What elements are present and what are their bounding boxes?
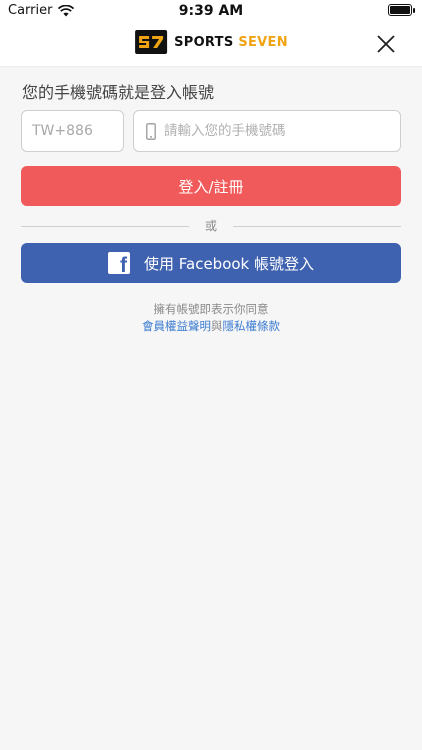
country-code-value: TW+886 bbox=[32, 123, 93, 139]
facebook-login-button[interactable]: f 使用 Facebook 帳號登入 bbox=[21, 243, 401, 283]
brand-seven: SEVEN bbox=[238, 34, 288, 50]
login-title: 您的手機號碼就是登入帳號 bbox=[22, 83, 215, 102]
login-register-label: 登入/註冊 bbox=[178, 177, 244, 196]
brand-logo: SPORTS SEVEN bbox=[134, 28, 288, 56]
terms-links: 會員權益聲明與隱私權條款 bbox=[0, 318, 422, 335]
or-divider: 或 bbox=[21, 219, 402, 233]
phone-number-input[interactable] bbox=[164, 123, 389, 139]
s7-logo-icon bbox=[135, 30, 168, 54]
carrier-label: Carrier bbox=[8, 3, 75, 18]
status-time: 9:39 AM bbox=[178, 3, 244, 19]
terms-and: 與 bbox=[211, 319, 223, 333]
top-navigation: SPORTS SEVEN bbox=[0, 22, 422, 67]
login-register-button[interactable]: 登入/註冊 bbox=[21, 166, 401, 206]
divider-line-right bbox=[233, 226, 402, 227]
member-rights-link[interactable]: 會員權益聲明 bbox=[142, 319, 211, 333]
close-button[interactable] bbox=[376, 34, 396, 54]
terms-notice: 擁有帳號即表示你同意 會員權益聲明與隱私權條款 bbox=[0, 301, 422, 335]
privacy-policy-link[interactable]: 隱私權條款 bbox=[223, 319, 281, 333]
brand-name: SPORTS SEVEN bbox=[174, 35, 288, 50]
brand-sports: SPORTS bbox=[174, 34, 234, 50]
phone-input-wrapper[interactable] bbox=[133, 110, 401, 152]
battery-icon bbox=[388, 4, 415, 16]
facebook-login-label: 使用 Facebook 帳號登入 bbox=[143, 254, 315, 273]
terms-text: 擁有帳號即表示你同意 bbox=[153, 302, 269, 316]
close-icon bbox=[377, 35, 395, 53]
facebook-icon: f bbox=[107, 252, 130, 274]
status-bar: Carrier 9:39 AM bbox=[0, 0, 422, 22]
or-label: 或 bbox=[205, 219, 218, 233]
wifi-icon bbox=[58, 4, 75, 16]
carrier-text: Carrier bbox=[8, 3, 53, 18]
divider-line-left bbox=[21, 226, 189, 227]
battery-fill bbox=[390, 6, 410, 14]
mobile-phone-icon bbox=[146, 122, 156, 140]
country-code-select[interactable]: TW+886 bbox=[21, 110, 124, 152]
